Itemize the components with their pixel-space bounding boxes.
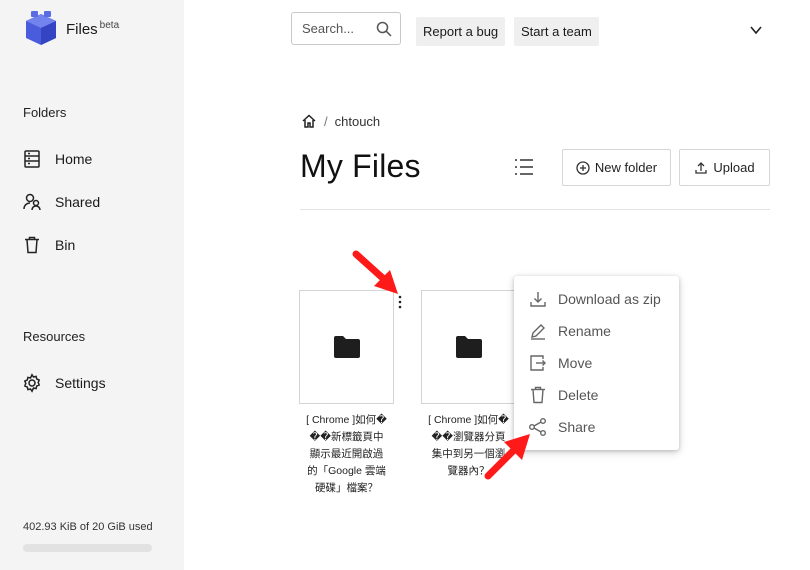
shared-users-icon	[23, 193, 41, 211]
home-icon[interactable]	[301, 113, 317, 129]
menu-item-share[interactable]: Share	[528, 415, 595, 439]
file-name-line: 硬碟」檔案？	[315, 482, 378, 494]
gear-icon	[23, 373, 41, 393]
sidebar-item-home[interactable]: Home	[22, 146, 92, 172]
sidebar-item-label: Settings	[55, 375, 106, 391]
page-title: My Files	[300, 148, 421, 184]
menu-item-label: Share	[558, 419, 596, 435]
search-input[interactable]	[302, 21, 368, 36]
start-team-button[interactable]: Start a team	[514, 17, 599, 46]
move-icon	[530, 355, 546, 371]
trash-icon	[25, 236, 39, 254]
folder-icon	[455, 336, 482, 358]
search-icon[interactable]	[376, 21, 392, 37]
folder-icon	[333, 336, 360, 358]
menu-item-label: Download as zip	[558, 291, 661, 307]
sidebar-item-label: Home	[55, 151, 93, 167]
sidebar-item-settings[interactable]: Settings	[22, 370, 106, 396]
menu-item-download-zip[interactable]: Download as zip	[528, 287, 661, 311]
storage-usage-text: 402.93 KiB of 20 GiB used	[23, 521, 153, 533]
sidebar-item-label: Bin	[55, 237, 76, 253]
menu-item-label: Delete	[558, 387, 599, 403]
menu-item-label: Rename	[558, 323, 611, 339]
breadcrumb-separator: /	[324, 113, 328, 129]
chevron-down-icon[interactable]	[748, 22, 764, 38]
menu-item-label: Move	[558, 355, 593, 371]
new-folder-label: New folder	[594, 160, 658, 175]
app-logo[interactable]: Files beta	[22, 10, 119, 48]
home-list-icon	[24, 150, 40, 168]
pencil-icon	[531, 324, 545, 340]
resources-section-title: Resources	[23, 329, 86, 344]
list-view-icon[interactable]	[514, 158, 534, 176]
file-thumbnail[interactable]	[299, 290, 394, 404]
file-name-line: ��新標籤頁中	[309, 431, 384, 443]
file-thumbnail[interactable]	[421, 290, 516, 404]
new-folder-button[interactable]: New folder	[562, 149, 671, 186]
sidebar-item-bin[interactable]: Bin	[22, 232, 75, 258]
app-name: Files	[66, 21, 98, 38]
file-tile[interactable]: [ Chrome ]如何� ��新標籤頁中 顯示最近開啟過 的「Google 雲…	[299, 290, 394, 497]
plus-circle-icon	[576, 160, 590, 175]
storage-usage-bar	[23, 544, 152, 552]
sidebar-item-label: Shared	[55, 194, 101, 210]
trash-icon	[531, 386, 545, 404]
search-box[interactable]	[291, 12, 401, 45]
upload-icon	[695, 161, 708, 174]
upload-label: Upload	[713, 160, 755, 175]
context-menu: Download as zip Rename Move Delete Share	[514, 276, 679, 450]
cube-logo-icon	[26, 11, 56, 45]
file-name-line: 的「Google 雲端	[307, 465, 386, 477]
header-divider	[300, 209, 770, 210]
sidebar: Files beta Folders Home Shared Bin Resour…	[0, 0, 184, 570]
file-name: [ Chrome ]如何� ��新標籤頁中 顯示最近開啟過 的「Google 雲…	[299, 412, 394, 497]
breadcrumb: / chtouch	[301, 113, 380, 129]
folders-section-title: Folders	[23, 105, 67, 120]
upload-button[interactable]: Upload	[679, 149, 770, 186]
menu-item-delete[interactable]: Delete	[528, 383, 598, 407]
annotation-arrow-icon	[484, 434, 530, 480]
menu-item-move[interactable]: Move	[528, 351, 592, 375]
download-icon	[530, 292, 546, 307]
file-name-line: [ Chrome ]如何�	[306, 414, 387, 426]
annotation-arrow-icon	[352, 250, 398, 294]
report-bug-button[interactable]: Report a bug	[416, 17, 506, 46]
breadcrumb-item[interactable]: chtouch	[335, 114, 381, 129]
beta-badge: beta	[99, 20, 120, 31]
file-name-line: 顯示最近開啟過	[309, 448, 384, 460]
menu-item-rename[interactable]: Rename	[528, 319, 611, 343]
sidebar-item-shared[interactable]: Shared	[22, 189, 100, 215]
